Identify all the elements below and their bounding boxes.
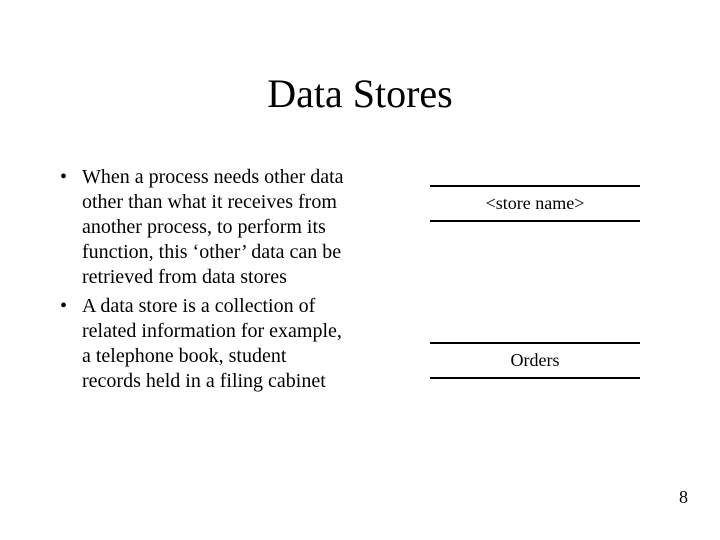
page-number: 8 [679, 487, 688, 508]
bullet-list: When a process needs other data other th… [60, 165, 350, 394]
slide: Data Stores When a process needs other d… [0, 0, 720, 540]
bullet-item: When a process needs other data other th… [60, 165, 350, 290]
data-store-diagram: <store name> Orders [430, 185, 640, 499]
data-store-symbol-generic: <store name> [430, 185, 640, 222]
data-store-symbol-example: Orders [430, 342, 640, 379]
bullet-item: A data store is a collection of related … [60, 294, 350, 394]
slide-title: Data Stores [0, 70, 720, 117]
slide-body: When a process needs other data other th… [60, 165, 350, 398]
